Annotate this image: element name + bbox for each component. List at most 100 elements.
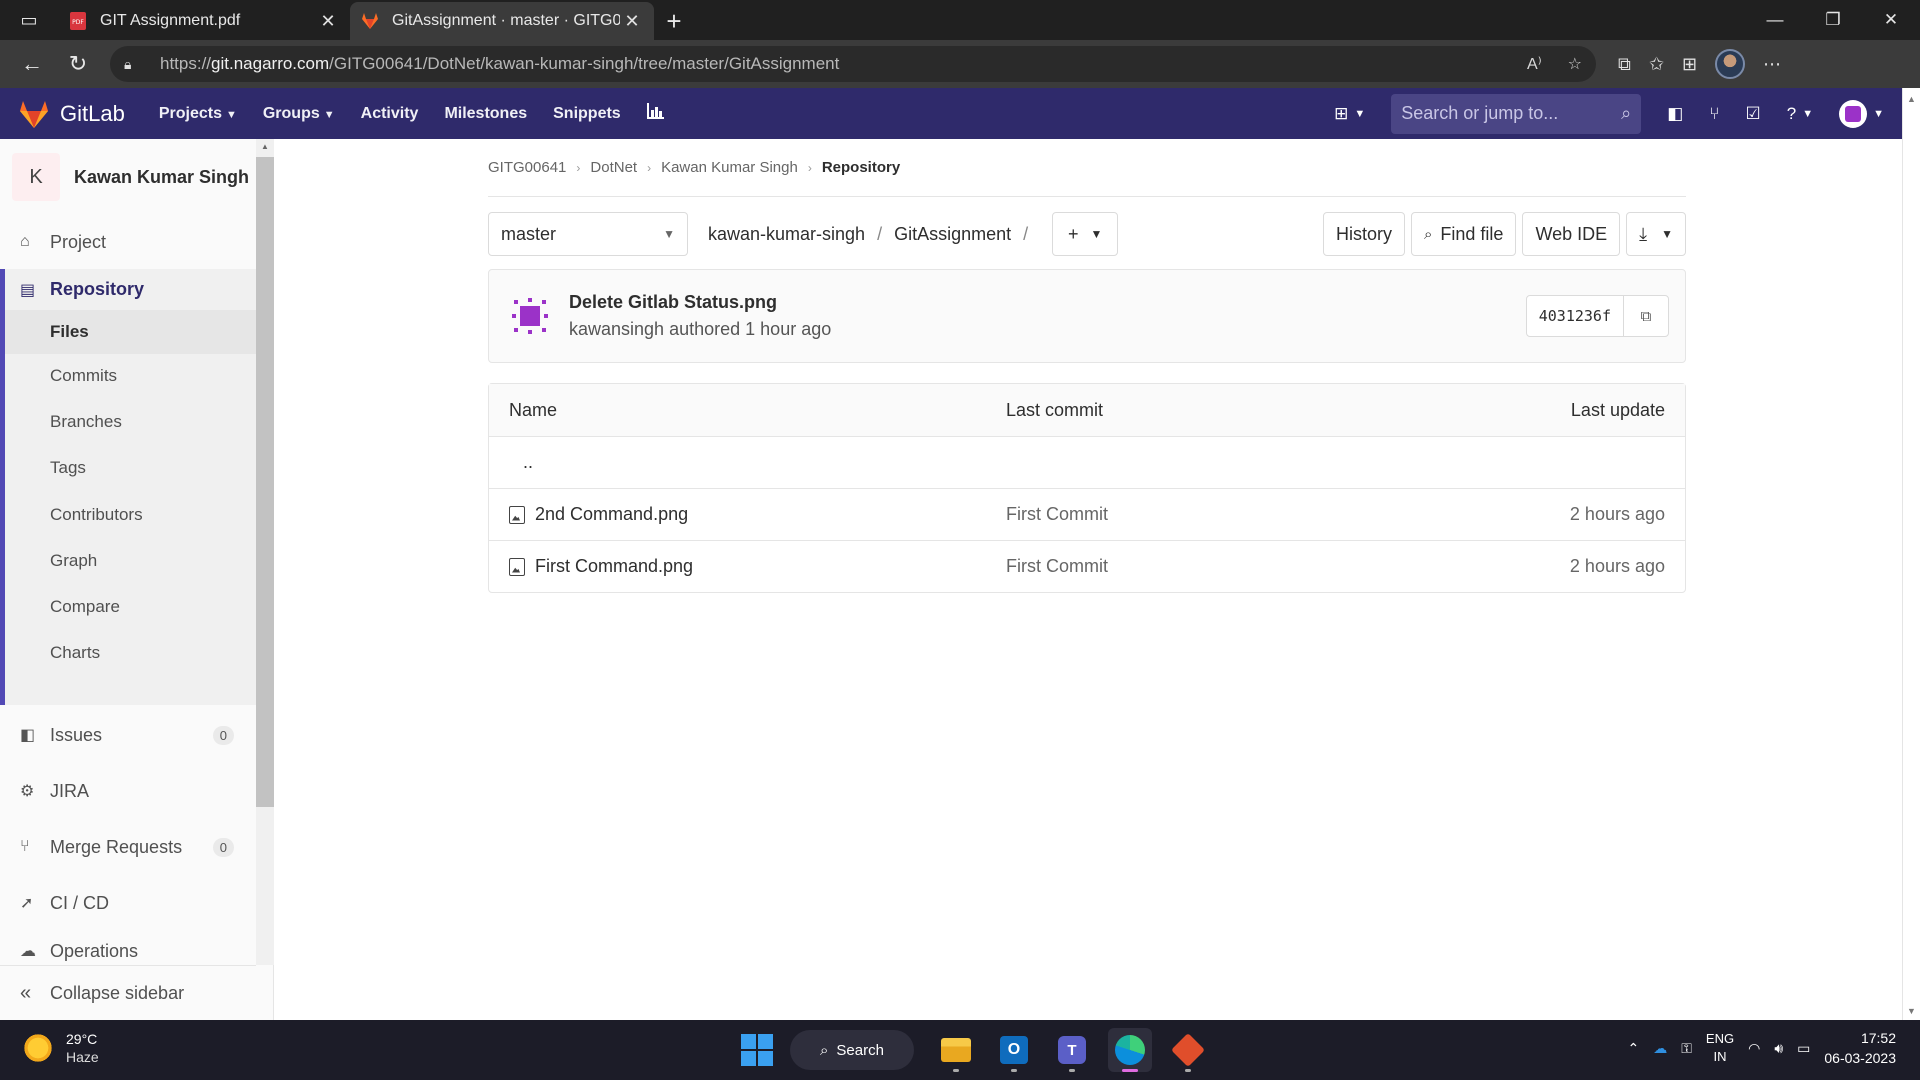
sidebar-project-header[interactable]: K Kawan Kumar Singh bbox=[12, 153, 249, 201]
close-icon[interactable]: ✕ bbox=[620, 11, 644, 32]
breadcrumb-link[interactable]: GITG00641 bbox=[488, 159, 566, 176]
onedrive-icon[interactable]: ☁ bbox=[1653, 1040, 1667, 1057]
file-name[interactable]: First Command.png bbox=[535, 556, 693, 577]
path-segment[interactable]: GitAssignment bbox=[894, 224, 1011, 245]
nav-analytics[interactable] bbox=[646, 103, 665, 124]
browser-tab-pdf[interactable]: PDF GIT Assignment.pdf ✕ bbox=[58, 2, 350, 40]
web-ide-button[interactable]: Web IDE bbox=[1522, 212, 1621, 256]
gitlab-logo[interactable]: GitLab bbox=[18, 99, 125, 129]
file-last-commit[interactable]: First Commit bbox=[1006, 556, 1406, 577]
sidebar-item-repository[interactable]: ▤ Repository bbox=[20, 279, 144, 300]
issues-shortcut[interactable]: ◧ bbox=[1667, 104, 1683, 124]
url-field[interactable]: 🔒︎ https:// git.nagarro.com /GITG00641/D… bbox=[110, 46, 1596, 82]
path-segment[interactable]: kawan-kumar-singh bbox=[708, 224, 865, 245]
new-tab-button[interactable]: + bbox=[654, 2, 694, 40]
sidebar-scrollbar[interactable]: ▲ bbox=[256, 139, 274, 965]
battery-icon[interactable]: ▭ bbox=[1797, 1040, 1810, 1057]
commit-title[interactable]: Delete Gitlab Status.png bbox=[569, 292, 831, 313]
sidebar-item-issues[interactable]: ◧ Issues 0 bbox=[0, 711, 256, 759]
sidebar-subitem-commits[interactable]: Commits bbox=[50, 366, 117, 386]
download-dropdown[interactable]: ⤓ ▼ bbox=[1626, 212, 1686, 256]
file-name[interactable]: 2nd Command.png bbox=[535, 504, 688, 525]
file-last-commit[interactable]: First Commit bbox=[1006, 504, 1406, 525]
collections-icon[interactable]: ⊞ bbox=[1682, 54, 1697, 75]
new-item-button[interactable]: ⊞ ▼ bbox=[1334, 104, 1365, 124]
page-scrollbar[interactable]: ▲ ▼ bbox=[1902, 88, 1920, 1020]
chevron-up-icon[interactable]: ⌃ bbox=[1628, 1040, 1640, 1057]
nav-milestones[interactable]: Milestones bbox=[444, 105, 527, 123]
volume-icon[interactable]: 🔊︎ bbox=[1774, 1040, 1783, 1057]
clock[interactable]: 17:52 06-03-2023 bbox=[1824, 1028, 1896, 1068]
add-favorite-icon[interactable]: ☆ bbox=[1568, 54, 1582, 74]
start-button[interactable] bbox=[738, 1031, 776, 1069]
sidebar-subitem-contributors[interactable]: Contributors bbox=[50, 505, 143, 525]
scrollbar-thumb[interactable] bbox=[256, 157, 274, 807]
table-row[interactable]: 2nd Command.png First Commit 2 hours ago bbox=[489, 488, 1685, 540]
merge-requests-shortcut[interactable]: ⑂ bbox=[1709, 104, 1719, 124]
add-file-dropdown[interactable]: + ▼ bbox=[1052, 212, 1119, 256]
vpn-icon[interactable]: ⚿ bbox=[1681, 1040, 1692, 1057]
branch-selector[interactable]: master ▼ bbox=[488, 212, 688, 256]
double-chevron-left-icon: « bbox=[20, 981, 32, 1004]
breadcrumb-link[interactable]: DotNet bbox=[590, 159, 637, 176]
nav-activity[interactable]: Activity bbox=[361, 105, 419, 123]
nav-snippets[interactable]: Snippets bbox=[553, 105, 621, 123]
table-row[interactable]: First Command.png First Commit 2 hours a… bbox=[489, 540, 1685, 592]
sidebar-subitem-branches[interactable]: Branches bbox=[50, 412, 122, 432]
commit-time: 1 hour ago bbox=[745, 319, 832, 339]
taskbar-git[interactable] bbox=[1166, 1028, 1210, 1072]
sidebar-item-jira[interactable]: ⚙ JIRA bbox=[0, 767, 256, 815]
nav-projects[interactable]: Projects ▼ bbox=[159, 105, 237, 123]
help-icon: ? bbox=[1786, 103, 1797, 123]
todos-shortcut[interactable]: ☑ bbox=[1746, 104, 1761, 124]
weather-widget[interactable]: 29°C Haze bbox=[22, 1030, 99, 1066]
sidebar-item-label: JIRA bbox=[50, 780, 90, 801]
sidebar-subitem-graph[interactable]: Graph bbox=[50, 551, 97, 571]
nav-groups[interactable]: Groups ▼ bbox=[263, 105, 335, 123]
scroll-up-icon[interactable]: ▲ bbox=[1907, 94, 1916, 104]
breadcrumb-link[interactable]: Kawan Kumar Singh bbox=[661, 159, 798, 176]
sidebar-subitem-compare[interactable]: Compare bbox=[50, 597, 120, 617]
scroll-down-icon[interactable]: ▼ bbox=[1907, 1006, 1916, 1016]
user-menu[interactable]: ▼ bbox=[1839, 99, 1884, 128]
sidebar-item-merge-requests[interactable]: ⑂ Merge Requests 0 bbox=[0, 823, 256, 871]
refresh-button[interactable]: ↻ bbox=[58, 46, 98, 82]
parent-directory-link[interactable]: .. bbox=[509, 452, 1006, 473]
commit-sha-group: 4031236f ⧉ bbox=[1525, 295, 1669, 337]
breadcrumb-current[interactable]: Repository bbox=[822, 159, 900, 176]
profile-avatar[interactable] bbox=[1715, 49, 1746, 79]
sidebar-item-project[interactable]: ⌂ Project bbox=[0, 218, 256, 266]
help-button[interactable]: ? ▼ bbox=[1787, 104, 1813, 124]
taskbar-edge[interactable] bbox=[1108, 1028, 1152, 1072]
tab-actions-button[interactable]: ▭ bbox=[0, 0, 58, 40]
extensions-icon[interactable]: ⧉ bbox=[1618, 54, 1631, 75]
sidebar-subitem-tags[interactable]: Tags bbox=[50, 458, 86, 478]
restore-button[interactable]: ❐ bbox=[1804, 0, 1862, 40]
favorites-icon[interactable]: ✩ bbox=[1649, 54, 1664, 75]
back-button[interactable]: ← bbox=[12, 46, 52, 82]
sidebar-subitem-files[interactable]: Files bbox=[5, 310, 256, 354]
copy-sha-button[interactable]: ⧉ bbox=[1624, 296, 1668, 336]
taskbar-outlook[interactable]: O bbox=[992, 1028, 1036, 1072]
wifi-icon[interactable]: ◠ bbox=[1748, 1040, 1760, 1057]
taskbar-teams[interactable]: T bbox=[1050, 1028, 1094, 1072]
sidebar-item-cicd[interactable]: ➚ CI / CD bbox=[0, 879, 256, 927]
table-row-parent[interactable]: .. bbox=[489, 436, 1685, 488]
commit-author[interactable]: kawansingh bbox=[569, 319, 664, 339]
search-input[interactable]: Search or jump to... ⌕ bbox=[1391, 93, 1642, 134]
close-window-button[interactable]: ✕ bbox=[1862, 0, 1920, 40]
sidebar-item-operations[interactable]: ☁ Operations bbox=[0, 935, 256, 965]
taskbar-search[interactable]: ⌕ Search bbox=[790, 1030, 914, 1070]
collapse-sidebar-button[interactable]: « Collapse sidebar bbox=[0, 965, 256, 1020]
browser-tab-gitlab[interactable]: GitAssignment · master · GITG00641 ✕ bbox=[350, 2, 654, 40]
history-button[interactable]: History bbox=[1322, 212, 1405, 256]
read-aloud-icon[interactable]: A⁾ bbox=[1527, 54, 1542, 74]
close-icon[interactable]: ✕ bbox=[316, 11, 340, 32]
sidebar-subitem-charts[interactable]: Charts bbox=[50, 643, 100, 663]
taskbar-file-explorer[interactable] bbox=[934, 1028, 978, 1072]
commit-sha[interactable]: 4031236f bbox=[1527, 296, 1624, 336]
more-options-icon[interactable]: ⋯ bbox=[1763, 54, 1781, 75]
find-file-button[interactable]: ⌕ Find file bbox=[1411, 212, 1517, 256]
minimize-button[interactable]: — bbox=[1746, 0, 1804, 40]
language-indicator[interactable]: ENG IN bbox=[1706, 1030, 1734, 1066]
